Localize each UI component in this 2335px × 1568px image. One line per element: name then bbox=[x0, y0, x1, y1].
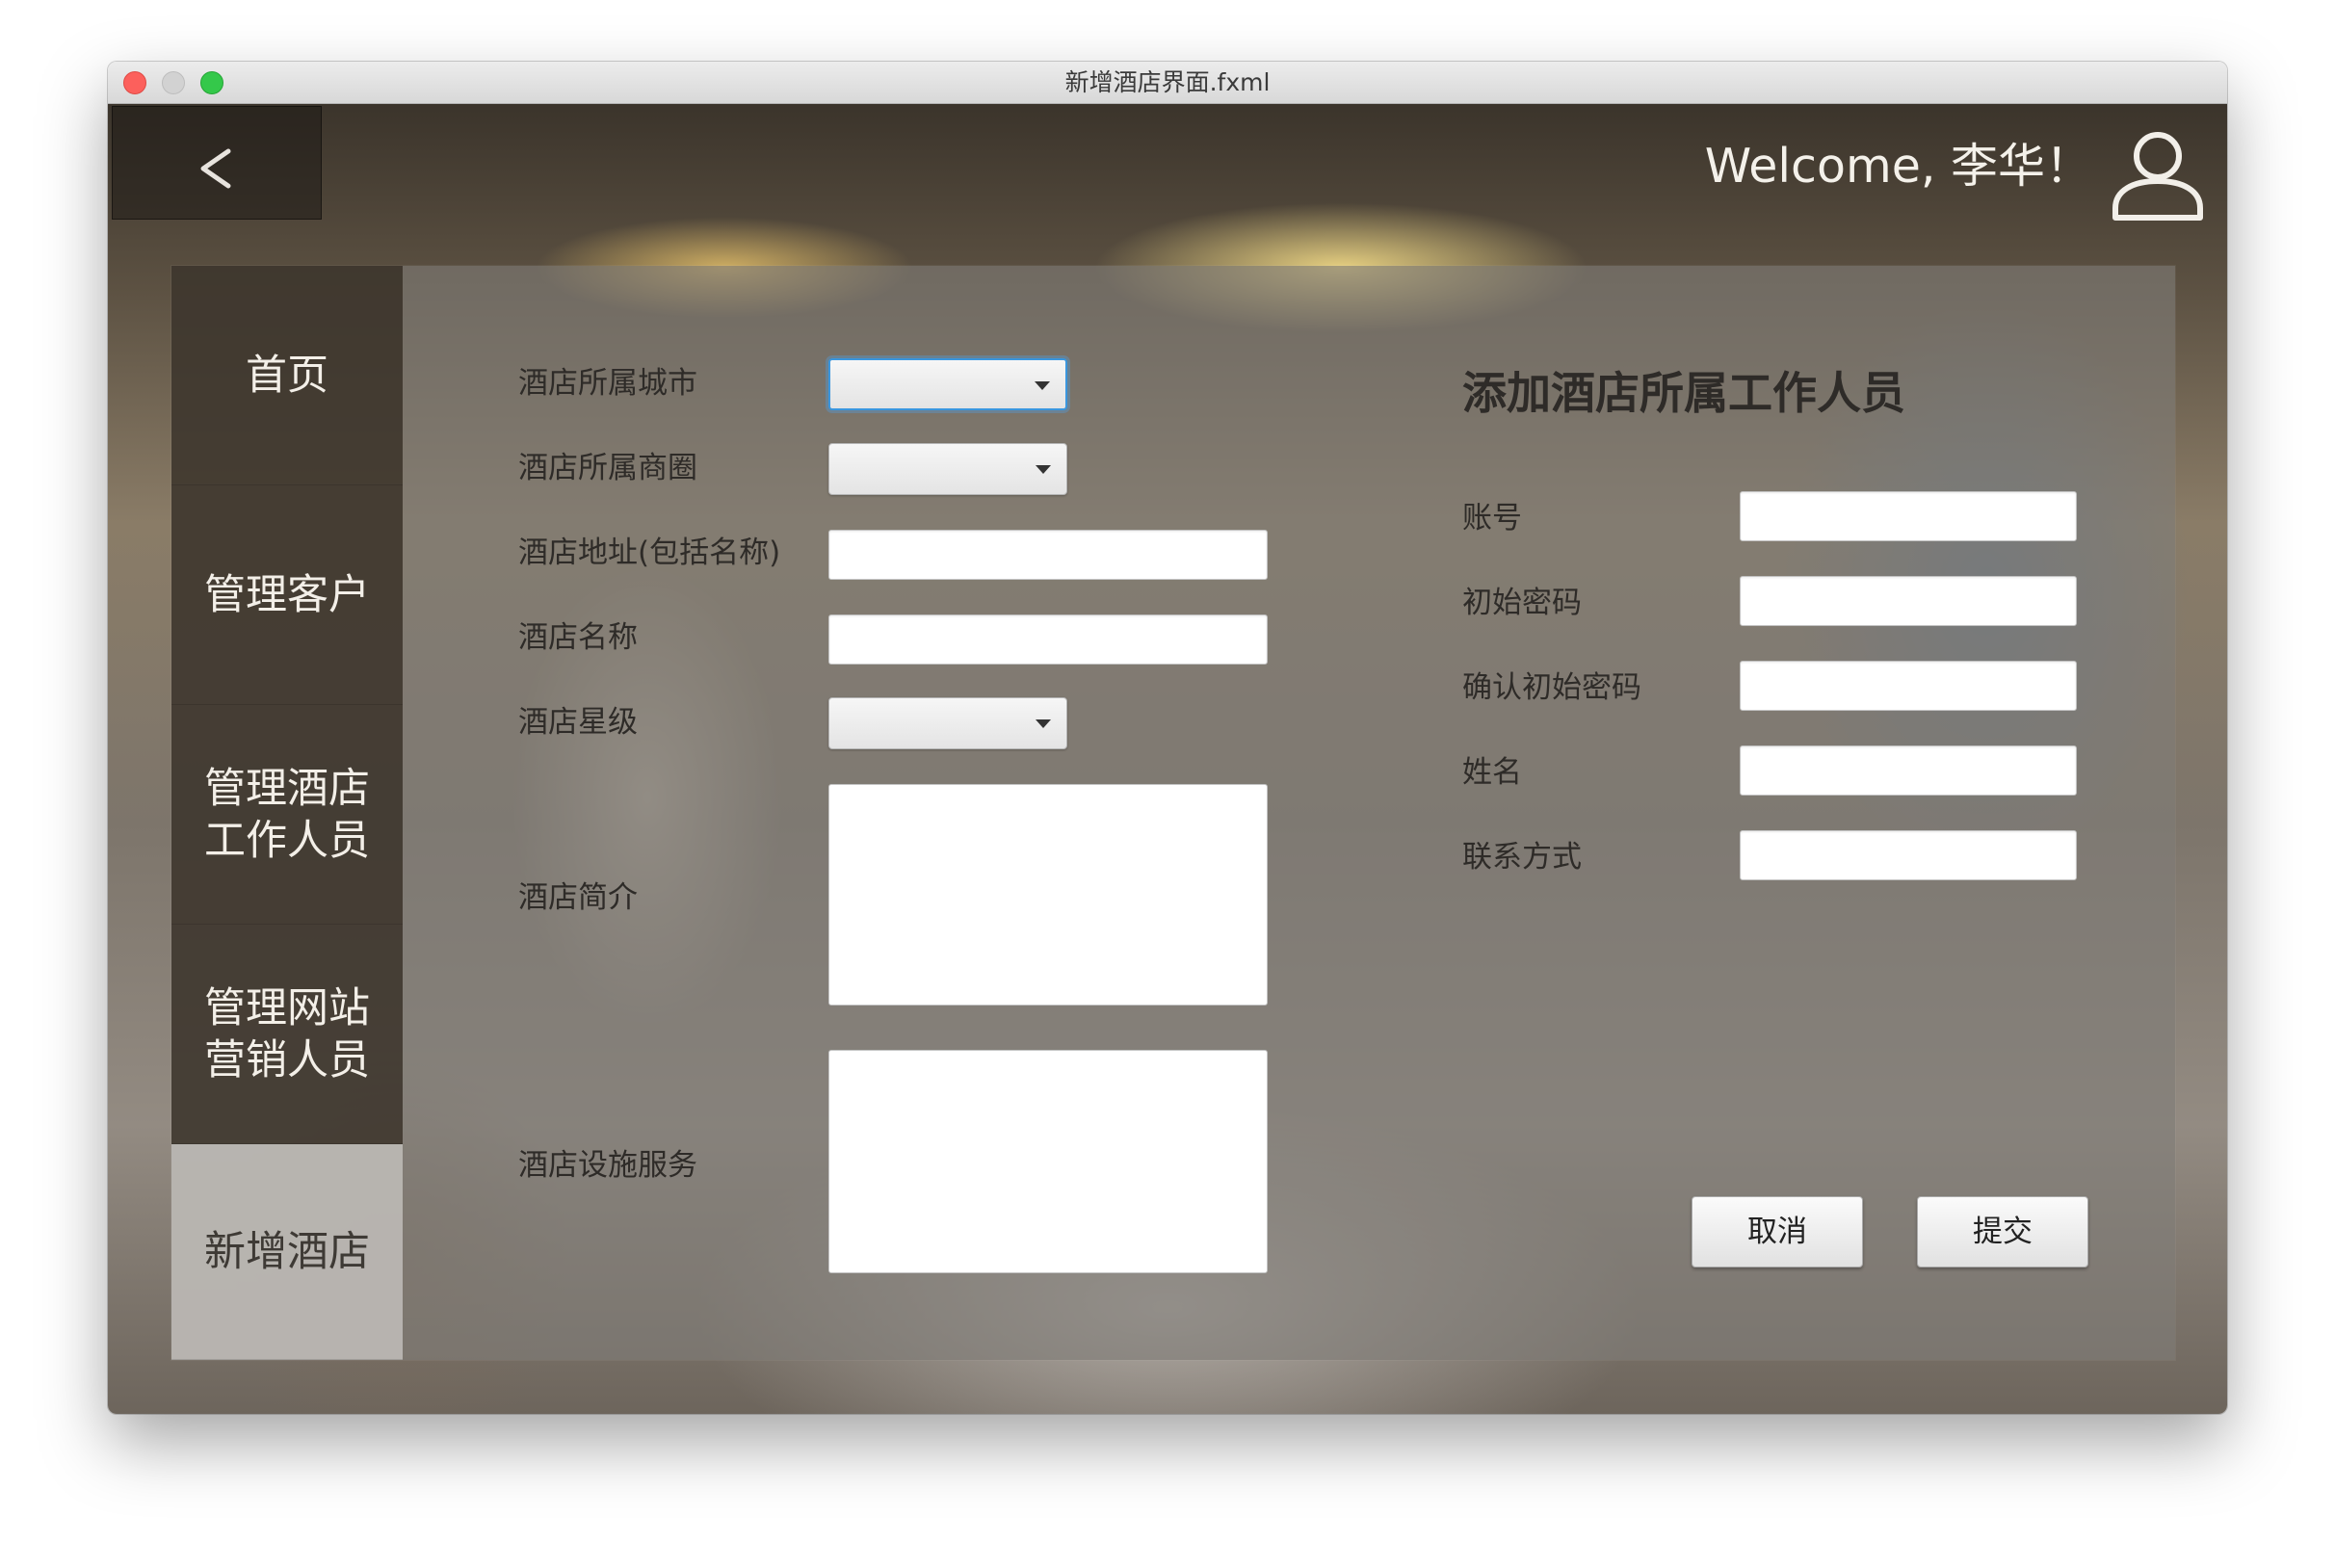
chevron-down-icon bbox=[1036, 465, 1051, 474]
facilities-textarea[interactable] bbox=[828, 1050, 1268, 1273]
sidebar-item-label: 管理酒店 工作人员 bbox=[204, 764, 370, 865]
account-label: 账号 bbox=[1462, 501, 1522, 536]
sidebar-item-manage-customers[interactable]: 管理客户 bbox=[171, 485, 403, 705]
cancel-button[interactable]: 取消 bbox=[1692, 1196, 1863, 1267]
welcome-message: Welcome, 李华！ bbox=[1704, 139, 2092, 194]
chevron-down-icon bbox=[1035, 381, 1050, 390]
contact-label: 联系方式 bbox=[1462, 840, 1582, 875]
title-bar[interactable]: 新增酒店界面.fxml bbox=[108, 62, 2227, 104]
staff-name-field[interactable] bbox=[1740, 745, 2077, 796]
submit-button[interactable]: 提交 bbox=[1917, 1196, 2088, 1267]
window-title: 新增酒店界面.fxml bbox=[1064, 68, 1271, 96]
staff-name-label: 姓名 bbox=[1462, 755, 1522, 790]
hotel-name-field[interactable] bbox=[828, 614, 1268, 665]
intro-label: 酒店简介 bbox=[518, 880, 638, 915]
back-button[interactable] bbox=[112, 106, 322, 220]
user-icon[interactable] bbox=[2108, 123, 2208, 223]
confirm-password-label: 确认初始密码 bbox=[1462, 670, 1641, 705]
intro-textarea[interactable] bbox=[828, 784, 1268, 1006]
account-field[interactable] bbox=[1740, 491, 2077, 541]
business-area-select[interactable] bbox=[828, 443, 1067, 495]
sidebar-item-label: 管理网站 营销人员 bbox=[204, 983, 370, 1085]
facilities-label: 酒店设施服务 bbox=[518, 1148, 697, 1183]
star-rating-select[interactable] bbox=[828, 697, 1067, 749]
initial-password-field[interactable] bbox=[1740, 576, 2077, 626]
sidebar-item-add-hotel[interactable]: 新增酒店 bbox=[171, 1144, 403, 1360]
staff-section-title: 添加酒店所属工作人员 bbox=[1462, 367, 1905, 419]
star-rating-label: 酒店星级 bbox=[518, 705, 638, 740]
sidebar-item-label: 管理客户 bbox=[204, 570, 370, 619]
chevron-left-icon bbox=[200, 148, 231, 189]
sidebar-item-label: 首页 bbox=[246, 351, 328, 400]
address-label: 酒店地址(包括名称) bbox=[518, 536, 781, 570]
initial-password-label: 初始密码 bbox=[1462, 586, 1582, 620]
app-window: 新增酒店界面.fxml Welcome, 李华！ 首页 管理客户 管理酒店 工作… bbox=[108, 62, 2227, 1414]
sidebar-item-home[interactable]: 首页 bbox=[171, 266, 403, 485]
contact-field[interactable] bbox=[1740, 830, 2077, 880]
sidebar-item-manage-hotel-staff[interactable]: 管理酒店 工作人员 bbox=[171, 705, 403, 925]
city-select[interactable] bbox=[828, 358, 1067, 410]
hotel-name-label: 酒店名称 bbox=[518, 620, 638, 655]
chevron-down-icon bbox=[1036, 719, 1051, 728]
sidebar-item-label: 新增酒店 bbox=[204, 1227, 370, 1276]
confirm-password-field[interactable] bbox=[1740, 661, 2077, 711]
main-panel: 首页 管理客户 管理酒店 工作人员 管理网站 营销人员 新增酒店 酒店所属城市 bbox=[171, 266, 2175, 1360]
app-content: Welcome, 李华！ 首页 管理客户 管理酒店 工作人员 管理网站 营销人员 bbox=[108, 104, 2227, 1414]
business-area-label: 酒店所属商圈 bbox=[518, 451, 697, 485]
sidebar-item-manage-marketers[interactable]: 管理网站 营销人员 bbox=[171, 925, 403, 1144]
sidebar-nav: 首页 管理客户 管理酒店 工作人员 管理网站 营销人员 新增酒店 bbox=[171, 266, 403, 1360]
address-field[interactable] bbox=[828, 530, 1268, 580]
city-label: 酒店所属城市 bbox=[518, 366, 697, 401]
